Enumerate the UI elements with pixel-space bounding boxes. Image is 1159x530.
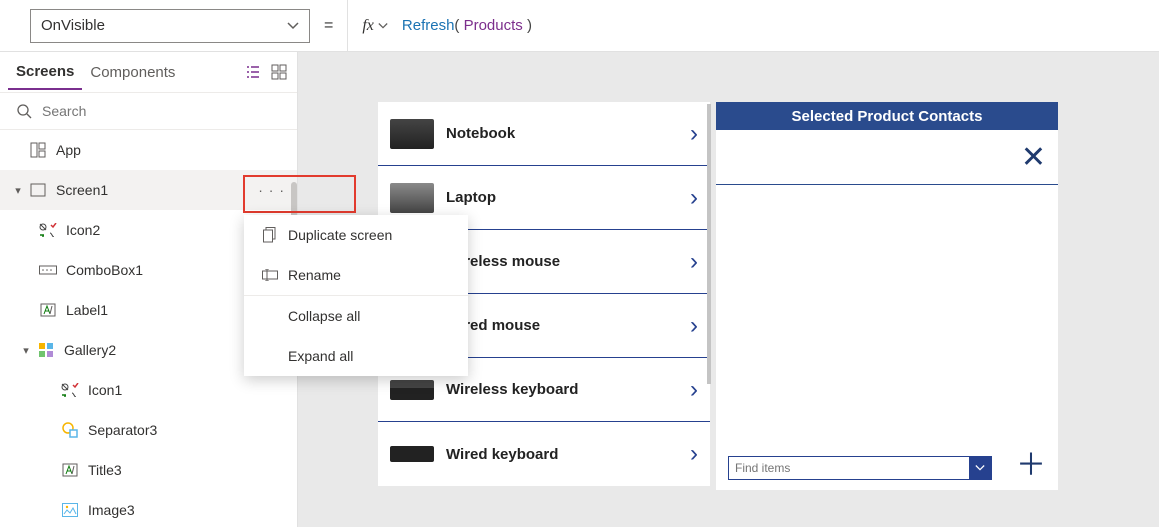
search-icon (16, 103, 32, 119)
product-thumbnail (390, 446, 434, 462)
tab-components[interactable]: Components (82, 56, 183, 89)
formula-token-arg: Products (464, 17, 523, 34)
list-scrollbar[interactable] (707, 104, 711, 384)
grid-view-icon[interactable] (271, 64, 287, 80)
product-name: Wired mouse (446, 317, 690, 334)
product-name: Laptop (446, 189, 690, 206)
chevron-right-icon[interactable]: › (690, 376, 698, 404)
ctx-duplicate-screen[interactable]: Duplicate screen (244, 215, 468, 255)
add-icon[interactable]: ＋ (1016, 440, 1046, 484)
chevron-right-icon[interactable]: › (690, 440, 698, 468)
fx-icon[interactable]: fx (362, 17, 374, 35)
chevron-down-icon[interactable]: ▾ (10, 184, 26, 197)
combobox-icon (36, 264, 60, 276)
product-name: Wired keyboard (446, 446, 690, 463)
context-menu: Duplicate screen Rename Collapse all Exp… (244, 215, 468, 376)
ctx-expand-label: Expand all (288, 348, 353, 364)
formula-bar: OnVisible = fx Refresh( Products ) (0, 0, 1159, 52)
rename-icon (258, 269, 282, 281)
find-items-combobox[interactable] (728, 456, 992, 480)
chevron-right-icon[interactable]: › (690, 248, 698, 276)
tree-screen1[interactable]: ▾ Screen1 · · · (0, 170, 297, 210)
ctx-rename-label: Rename (288, 267, 341, 283)
separator-icon (58, 422, 82, 438)
equals-sign: = (324, 17, 333, 35)
tree-screen1-label: Screen1 (56, 182, 258, 198)
tree-app-label: App (56, 142, 297, 158)
find-items-input[interactable] (729, 461, 969, 475)
list-item[interactable]: Wired keyboard › (378, 422, 710, 486)
ctx-duplicate-label: Duplicate screen (288, 227, 392, 243)
label-icon (36, 302, 60, 318)
chevron-right-icon[interactable]: › (690, 312, 698, 340)
tree-icon1[interactable]: Icon1 (0, 370, 297, 410)
list-view-icon[interactable] (245, 64, 261, 80)
tree-title3-label: Title3 (88, 462, 297, 478)
formula-input[interactable]: Refresh( Products ) (402, 17, 532, 35)
tree-icon1-label: Icon1 (88, 382, 297, 398)
tree-image3-label: Image3 (88, 502, 297, 518)
ctx-expand-all[interactable]: Expand all (244, 336, 468, 376)
product-name: Wireless mouse (446, 253, 690, 270)
app-icon (26, 142, 50, 158)
search-input[interactable] (32, 103, 297, 119)
product-thumbnail (390, 380, 434, 400)
ctx-rename[interactable]: Rename (244, 255, 468, 295)
dropdown-toggle-icon[interactable] (969, 457, 991, 479)
contacts-panel: Selected Product Contacts ✕ ＋ (716, 102, 1058, 490)
tree-image3[interactable]: Image3 (0, 490, 297, 530)
product-name: Notebook (446, 125, 690, 142)
icon-control-icon (36, 223, 60, 237)
product-name: Wireless keyboard (446, 381, 690, 398)
fx-dropdown-icon[interactable] (378, 21, 388, 31)
duplicate-icon (258, 227, 282, 243)
tab-screens[interactable]: Screens (8, 55, 82, 90)
chevron-right-icon[interactable]: › (690, 184, 698, 212)
chevron-down-icon[interactable]: ▾ (18, 344, 34, 357)
tree-separator3[interactable]: Separator3 (0, 410, 297, 450)
chevron-right-icon[interactable]: › (690, 120, 698, 148)
property-dropdown[interactable]: OnVisible (30, 9, 310, 43)
ctx-collapse-label: Collapse all (288, 308, 360, 324)
search-row[interactable] (0, 92, 297, 130)
chevron-down-icon (287, 20, 299, 32)
tree-title3[interactable]: Title3 (0, 450, 297, 490)
list-item[interactable]: Notebook › (378, 102, 710, 166)
formula-token-func: Refresh (402, 17, 455, 34)
divider (716, 184, 1058, 185)
ctx-collapse-all[interactable]: Collapse all (244, 296, 468, 336)
screen-icon (26, 182, 50, 198)
fx-box: fx Refresh( Products ) (347, 0, 532, 51)
product-thumbnail (390, 119, 434, 149)
tree-app[interactable]: App (0, 130, 297, 170)
more-options-button[interactable]: · · · (258, 182, 285, 198)
label-icon (58, 462, 82, 478)
close-icon[interactable]: ✕ (1021, 140, 1046, 175)
gallery-icon (34, 342, 58, 358)
product-thumbnail (390, 183, 434, 213)
icon-control-icon (58, 383, 82, 397)
image-icon (58, 503, 82, 517)
property-name: OnVisible (41, 17, 105, 34)
contacts-header: Selected Product Contacts (716, 102, 1058, 130)
tree-separator3-label: Separator3 (88, 422, 297, 438)
